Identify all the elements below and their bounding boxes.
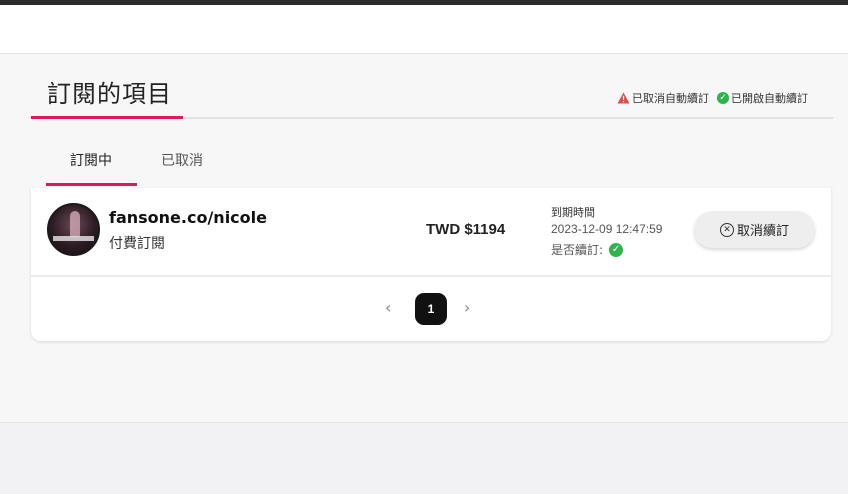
cancel-renewal-label: 取消續訂 <box>736 224 789 239</box>
chevron-left-icon[interactable]: ‹ <box>385 298 391 317</box>
chevron-right-icon[interactable]: › <box>464 298 470 317</box>
legend-enabled: ✓ 已開啟自動續訂 <box>717 90 808 106</box>
creator-link[interactable]: fansone.co/nicole <box>109 208 267 227</box>
creator-avatar[interactable] <box>47 203 100 256</box>
cancel-renewal-button[interactable]: ✕ 取消續訂 <box>694 211 815 248</box>
renew-label: 是否續訂: <box>551 243 604 257</box>
subscription-row: fansone.co/nicole 付費訂閱 TWD $1194 到期時間 20… <box>31 188 831 277</box>
app-header <box>0 5 848 54</box>
renew-status: 是否續訂: ✓ <box>551 241 624 258</box>
pagination: ‹ 1 › <box>31 293 831 325</box>
status-legend: 已取消自動續訂 ✓ 已開啟自動續訂 <box>617 90 808 106</box>
page-title: 訂閱的項目 <box>47 80 172 108</box>
warning-triangle-icon <box>617 92 630 104</box>
tab-active-indicator <box>46 183 137 186</box>
page-button-current[interactable]: 1 <box>415 293 447 325</box>
tab-cancelled-subscriptions[interactable]: 已取消 <box>161 150 203 172</box>
close-circle-icon: ✕ <box>719 222 734 237</box>
avatar-figure <box>70 211 80 237</box>
expiry-date: 2023-12-09 12:47:59 <box>551 222 663 236</box>
legend-cancelled-label: 已取消自動續訂 <box>632 92 709 105</box>
title-underline <box>31 116 183 119</box>
tab-active-subscriptions[interactable]: 訂閱中 <box>70 150 112 172</box>
subscription-price: TWD $1194 <box>426 221 506 238</box>
subscription-card: fansone.co/nicole 付費訂閱 TWD $1194 到期時間 20… <box>31 188 831 341</box>
check-circle-icon: ✓ <box>717 92 729 104</box>
avatar-banner <box>53 236 94 241</box>
legend-enabled-label: 已開啟自動續訂 <box>731 92 808 105</box>
expiry-label: 到期時間 <box>551 206 595 219</box>
check-circle-icon: ✓ <box>609 242 624 257</box>
legend-cancelled: 已取消自動續訂 <box>617 90 709 106</box>
subscription-type: 付費訂閱 <box>109 236 165 252</box>
